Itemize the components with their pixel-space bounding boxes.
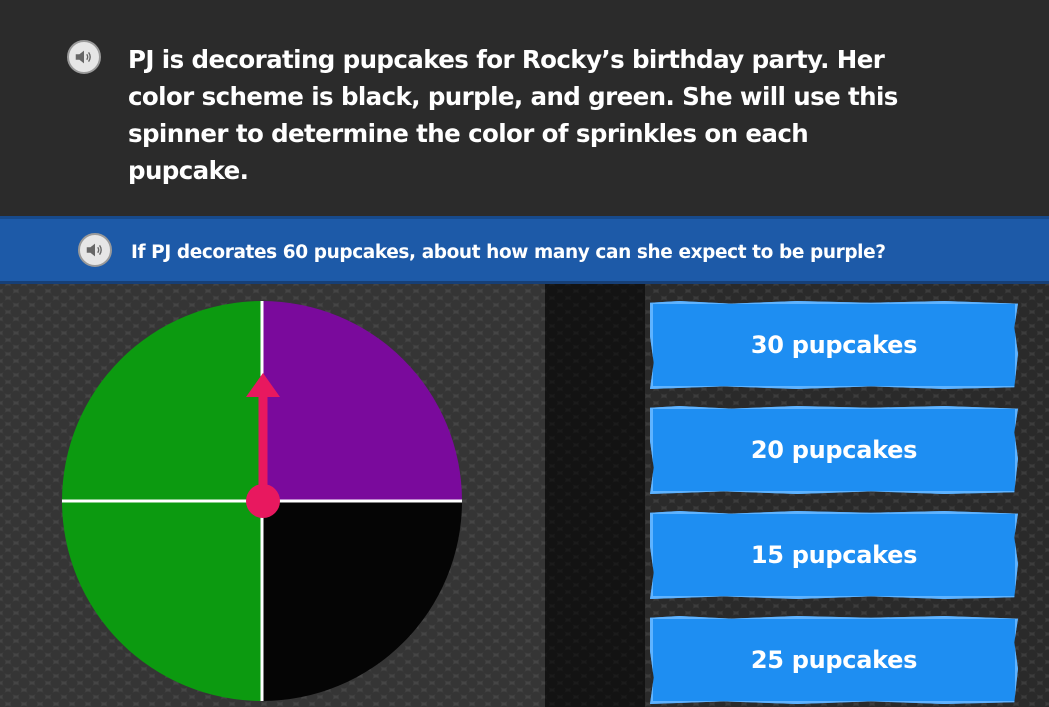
spinner-section-green-top [62,301,262,501]
speaker-icon [75,50,91,64]
answer-button-3[interactable]: 15 pupcakes [650,511,1018,599]
spinner-section-black [262,501,462,701]
story-text: PJ is decorating pupcakes for Rocky’s bi… [128,45,898,185]
speaker-icon [86,243,102,257]
spinner-section-green-bottom [62,501,262,701]
answer-button-4[interactable]: 25 pupcakes [650,616,1018,704]
story-audio-button[interactable] [67,40,101,74]
answer-button-2[interactable]: 20 pupcakes [650,406,1018,494]
spinner-section-purple [262,301,462,501]
question-audio-button[interactable] [78,233,112,267]
story-panel: PJ is decorating pupcakes for Rocky’s bi… [0,0,1049,216]
question-bar: If PJ decorates 60 pupcakes, about how m… [0,216,1049,284]
answer-button-1[interactable]: 30 pupcakes [650,301,1018,389]
spinner [62,301,462,701]
question-text: If PJ decorates 60 pupcakes, about how m… [131,242,886,263]
